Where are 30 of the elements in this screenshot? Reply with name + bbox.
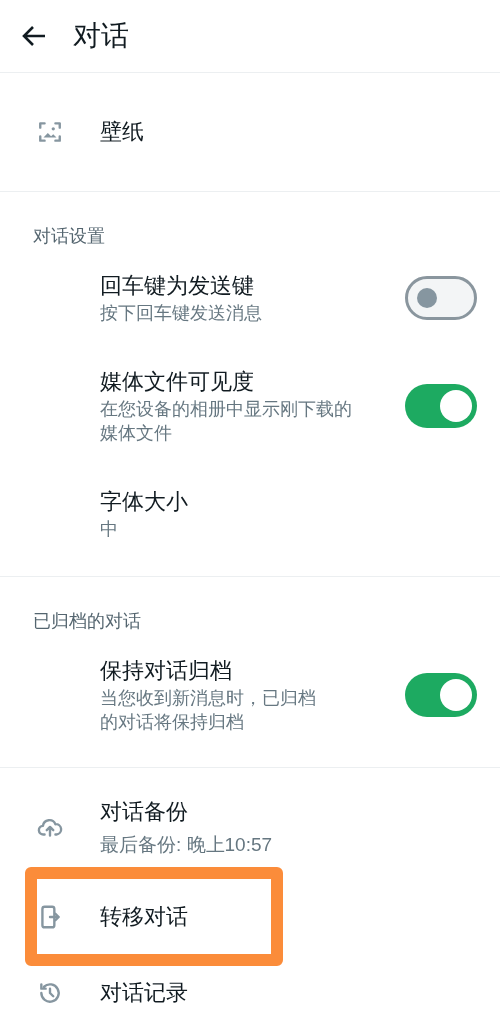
setting-title: 媒体文件可见度 [100, 368, 255, 396]
setting-description: 按下回车键发送消息 [100, 302, 263, 325]
wallpaper-icon [37, 119, 63, 145]
screen-title: 对话 [73, 19, 129, 53]
setting-item[interactable]: 对话记录 [0, 966, 500, 1020]
setting-description: 最后备份: 晚上10:57 [100, 833, 273, 857]
setting-item[interactable]: 对话备份 最后备份: 晚上10:57 [0, 798, 500, 867]
setting-title: 对话备份 [100, 798, 189, 826]
setting-title: 转移对话 [100, 902, 188, 931]
setting-title: 字体大小 [100, 488, 189, 516]
setting-item[interactable]: 字体大小 中 [0, 466, 500, 562]
history-icon [37, 980, 63, 1006]
toggle-switch[interactable] [405, 384, 477, 428]
setting-title: 壁纸 [100, 118, 144, 146]
setting-item[interactable]: 壁纸 [0, 105, 500, 159]
setting-title: 对话记录 [100, 979, 188, 1007]
setting-item[interactable]: 转移对话 [25, 867, 283, 966]
setting-description: 当您收到新消息时，已归档 的对话将保持归档 [100, 687, 317, 734]
toggle-switch[interactable] [405, 673, 477, 717]
setting-title: 回车键为发送键 [100, 272, 255, 300]
setting-item[interactable]: 保持对话归档 当您收到新消息时，已归档 的对话将保持归档 [0, 635, 500, 755]
section-heading: 对话设置 [33, 225, 106, 248]
section-heading: 已归档的对话 [33, 610, 142, 633]
setting-description: 中 [100, 518, 119, 541]
setting-title: 保持对话归档 [100, 657, 233, 685]
setting-item[interactable]: 媒体文件可见度 在您设备的相册中显示刚下载的 媒体文件 [0, 346, 500, 466]
setting-item[interactable]: 回车键为发送键 按下回车键发送消息 [0, 250, 500, 346]
back-icon[interactable] [21, 25, 47, 47]
setting-description: 在您设备的相册中显示刚下载的 媒体文件 [100, 398, 353, 445]
toggle-switch[interactable] [405, 276, 477, 320]
